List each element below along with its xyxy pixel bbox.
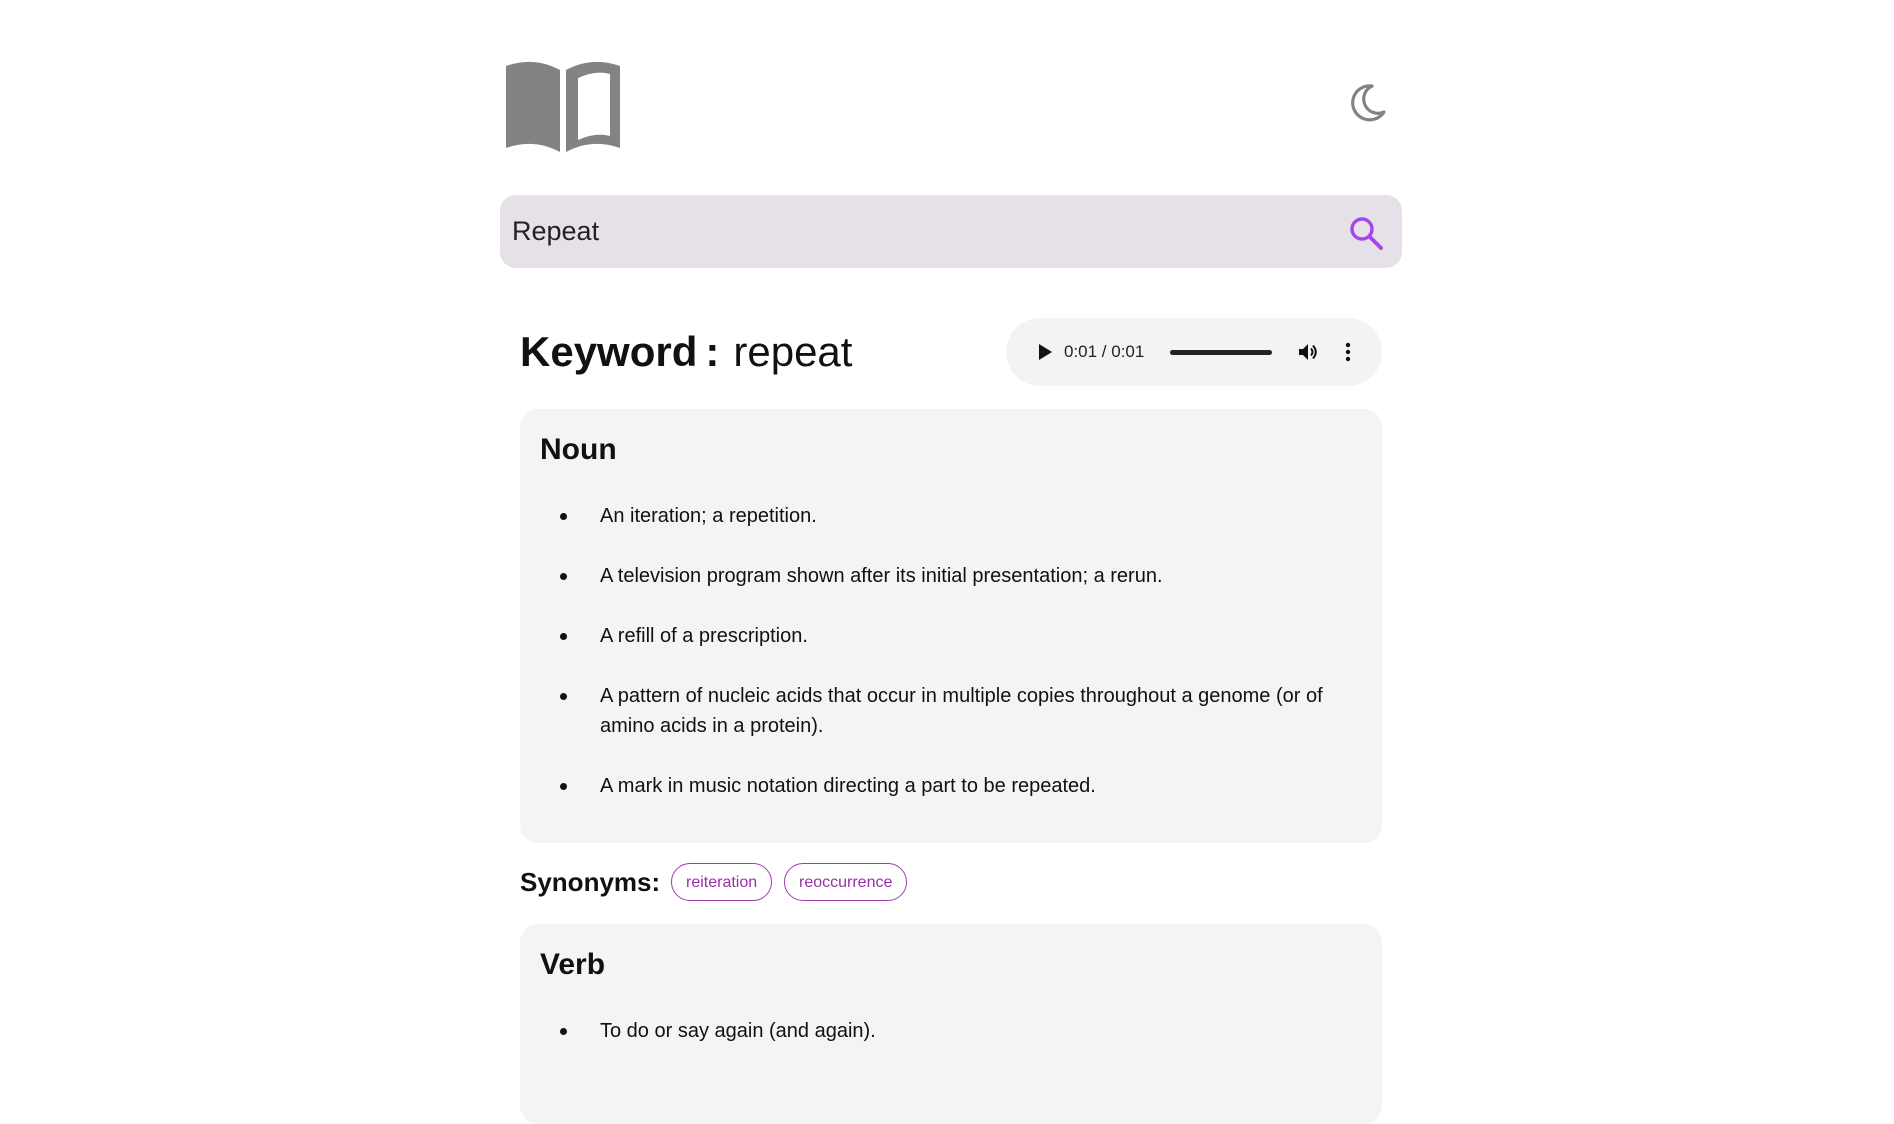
app-container: Keyword: repeat 0:01 / 0:01 Noun An itera…	[500, 0, 1402, 1124]
more-vert-icon[interactable]	[1336, 340, 1360, 364]
audio-player: 0:01 / 0:01	[1006, 318, 1382, 386]
audio-progress-slider[interactable]	[1170, 350, 1272, 355]
header	[500, 0, 1402, 185]
book-icon	[506, 61, 620, 153]
keyword-value: repeat	[733, 328, 853, 375]
synonym-chip[interactable]: reiteration	[671, 863, 773, 901]
keyword-heading: Keyword: repeat	[520, 326, 852, 378]
definition-item: To do or say again (and again).	[520, 1016, 1382, 1046]
keyword-row: Keyword: repeat 0:01 / 0:01	[520, 318, 1382, 388]
play-icon[interactable]	[1032, 340, 1056, 364]
search-bar	[500, 195, 1402, 268]
definition-item: An iteration; a repetition.	[520, 501, 1382, 531]
definition-item: A refill of a prescription.	[520, 621, 1382, 651]
verb-title: Verb	[540, 948, 606, 981]
verb-definitions: To do or say again (and again).	[520, 1016, 1382, 1076]
noun-definitions: An iteration; a repetition. A television…	[520, 501, 1382, 831]
synonyms-label: Synonyms:	[520, 867, 661, 897]
keyword-label: Keyword	[520, 328, 698, 375]
search-icon[interactable]	[1348, 215, 1384, 251]
definition-item: A pattern of nucleic acids that occur in…	[520, 681, 1382, 741]
keyword-separator: :	[705, 328, 720, 375]
synonym-chip[interactable]: reoccurrence	[784, 863, 908, 901]
volume-icon[interactable]	[1296, 340, 1320, 364]
verb-card: Verb To do or say again (and again).	[520, 924, 1382, 1124]
search-input[interactable]	[512, 195, 1332, 268]
noun-card: Noun An iteration; a repetition. A telev…	[520, 409, 1382, 843]
noun-title: Noun	[540, 433, 617, 466]
synonyms-row: Synonyms: reiteration reoccurrence	[520, 863, 1382, 905]
definition-item: A television program shown after its ini…	[520, 561, 1382, 591]
moon-icon[interactable]	[1346, 82, 1388, 124]
audio-time: 0:01 / 0:01	[1064, 342, 1145, 361]
definition-item: A mark in music notation directing a par…	[520, 771, 1382, 801]
